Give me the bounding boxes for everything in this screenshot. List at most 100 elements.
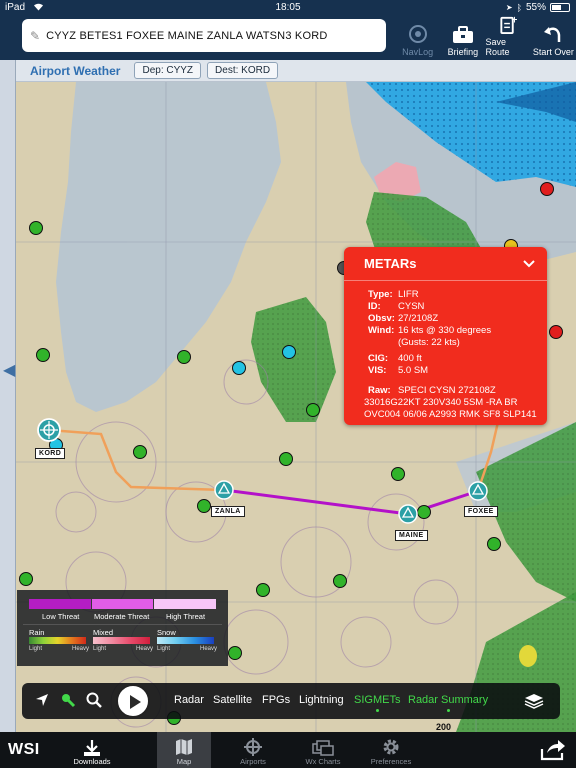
- waypoint-zanla[interactable]: [214, 480, 234, 500]
- side-panel-handle[interactable]: ◀: [0, 60, 16, 732]
- tab-wx-charts[interactable]: Wx Charts: [298, 732, 348, 768]
- metar-dot[interactable]: [540, 182, 554, 196]
- tab-bar: WSI Downloads Map Airports Wx Charts Pre…: [0, 732, 576, 768]
- metar-dot[interactable]: [228, 646, 242, 660]
- metar-value: 16 kts @ 330 degrees: [398, 325, 492, 336]
- status-bar: iPad 18:05 ➤ ᛒ 55%: [0, 0, 576, 15]
- metar-value: CYSN: [398, 301, 425, 312]
- threat-swatch-low: [29, 599, 91, 609]
- metar-popup[interactable]: METARs Type: LIFR ID: CYSN Obsv: 27/2108Z W…: [344, 247, 547, 425]
- metar-dot[interactable]: [306, 403, 320, 417]
- battery-icon: [550, 3, 570, 12]
- layers-icon[interactable]: [524, 693, 544, 714]
- metar-key: Wind:: [368, 325, 395, 336]
- tab-airports[interactable]: Airports: [228, 732, 278, 768]
- metar-dot[interactable]: [417, 505, 431, 519]
- tab-sigmets[interactable]: SIGMETs: [354, 694, 401, 712]
- metar-dot[interactable]: [177, 350, 191, 364]
- airport-weather-bar: Airport Weather Dep: CYYZ Dest: KORD: [16, 60, 576, 82]
- location-icon: ➤: [505, 3, 513, 12]
- metar-dot[interactable]: [232, 361, 246, 375]
- svg-text:+: +: [511, 16, 517, 26]
- waypoint-maine[interactable]: [398, 504, 418, 524]
- locate-icon[interactable]: [34, 692, 50, 713]
- play-button[interactable]: [116, 684, 150, 718]
- metar-dot[interactable]: [487, 537, 501, 551]
- briefing-button[interactable]: Briefing: [440, 15, 485, 60]
- chevron-down-icon[interactable]: [523, 257, 535, 271]
- metar-dot[interactable]: [133, 445, 147, 459]
- tab-preferences-label: Preferences: [370, 757, 412, 766]
- metar-value-wind: 16 kts @ 330 degrees (Gusts: 22 kts): [398, 325, 491, 349]
- app-window: iPad 18:05 ➤ ᛒ 55% ✎ CYYZ BETES1 FOXEE M…: [0, 0, 576, 768]
- metar-dot[interactable]: [19, 572, 33, 586]
- waypoint-label-zanla[interactable]: ZANLA: [211, 506, 245, 517]
- start-over-button[interactable]: Start Over: [531, 15, 576, 60]
- share-icon[interactable]: [540, 739, 566, 766]
- snow-label: Snow: [157, 628, 176, 637]
- tab-map-label: Map: [176, 757, 192, 766]
- metar-dot[interactable]: [549, 325, 563, 339]
- mixed-ramp: [93, 637, 150, 644]
- tab-fpgs[interactable]: FPGs: [262, 694, 290, 706]
- metar-title: METARs: [364, 256, 417, 271]
- gear-icon: [383, 739, 399, 755]
- route-input[interactable]: ✎ CYYZ BETES1 FOXEE MAINE ZANLA WATSN3 K…: [22, 19, 386, 52]
- briefcase-icon: [452, 26, 473, 43]
- metar-dot[interactable]: [333, 574, 347, 588]
- metar-value-gusts: (Gusts: 22 kts): [398, 337, 460, 348]
- tab-radar[interactable]: Radar: [174, 694, 204, 706]
- metar-dot[interactable]: [29, 221, 43, 235]
- rain-heavy: Heavy: [72, 646, 90, 652]
- metar-dot[interactable]: [282, 345, 296, 359]
- tab-radar-summary[interactable]: Radar Summary: [408, 694, 488, 712]
- metar-value: 400 ft: [398, 353, 422, 364]
- metar-dot[interactable]: [197, 499, 211, 513]
- airplane-icon[interactable]: [60, 692, 76, 713]
- rain-label: Rain: [29, 628, 45, 637]
- metar-dot[interactable]: [36, 348, 50, 362]
- download-icon: [84, 740, 100, 756]
- airport-kord-marker[interactable]: [37, 418, 61, 442]
- metar-dot[interactable]: [279, 452, 293, 466]
- airport-icon: [244, 738, 262, 756]
- route-text: CYYZ BETES1 FOXEE MAINE ZANLA WATSN3 KOR…: [46, 29, 328, 42]
- tab-map[interactable]: Map: [157, 732, 211, 768]
- metar-header[interactable]: METARs: [344, 247, 547, 281]
- waypoint-foxee[interactable]: [468, 481, 488, 501]
- metar-key: CIG:: [368, 353, 389, 364]
- layer-control-bar: Radar Satellite FPGs Lightning SIGMETs R…: [22, 683, 560, 719]
- save-route-button[interactable]: + Save Route: [486, 15, 531, 60]
- tab-satellite[interactable]: Satellite: [213, 694, 252, 706]
- metar-row-id: ID: CYSN: [368, 301, 539, 313]
- charts-icon: [312, 740, 334, 756]
- metar-row-wind: Wind: 16 kts @ 330 degrees (Gusts: 22 kts…: [368, 325, 539, 349]
- tab-downloads-label: Downloads: [73, 757, 111, 766]
- battery-percent: 55%: [525, 2, 546, 13]
- tab-preferences[interactable]: Preferences: [366, 732, 416, 768]
- search-icon[interactable]: [86, 692, 102, 713]
- bluetooth-icon: ᛒ: [516, 2, 522, 13]
- navlog-button[interactable]: NavLog: [395, 15, 440, 60]
- save-route-label: Save Route: [485, 37, 510, 57]
- departure-button[interactable]: Dep: CYYZ: [134, 62, 202, 79]
- tab-downloads[interactable]: Downloads: [66, 732, 118, 768]
- tab-sigmets-label: SIGMETs: [354, 694, 401, 706]
- metar-body: Type: LIFR ID: CYSN Obsv: 27/2108Z Wind: 16…: [344, 281, 547, 421]
- rain-ramp: [29, 637, 86, 644]
- airport-label-kord[interactable]: KORD: [35, 448, 66, 459]
- metar-key: Type:: [368, 289, 393, 300]
- waypoint-label-foxee[interactable]: FOXEE: [464, 506, 498, 517]
- start-over-label: Start Over: [532, 47, 574, 57]
- tab-lightning[interactable]: Lightning: [299, 694, 344, 706]
- metar-dot[interactable]: [391, 467, 405, 481]
- metar-row-cig: CIG: 400 ft: [368, 353, 539, 365]
- metar-key: Raw:: [368, 385, 391, 396]
- destination-button[interactable]: Dest: KORD: [207, 62, 279, 79]
- metar-row-obsv: Obsv: 27/2108Z: [368, 313, 539, 325]
- target-icon: [408, 25, 427, 43]
- undo-icon: [544, 27, 561, 42]
- metar-dot[interactable]: [256, 583, 270, 597]
- waypoint-label-maine[interactable]: MAINE: [395, 530, 428, 541]
- legend-divider: [23, 624, 222, 625]
